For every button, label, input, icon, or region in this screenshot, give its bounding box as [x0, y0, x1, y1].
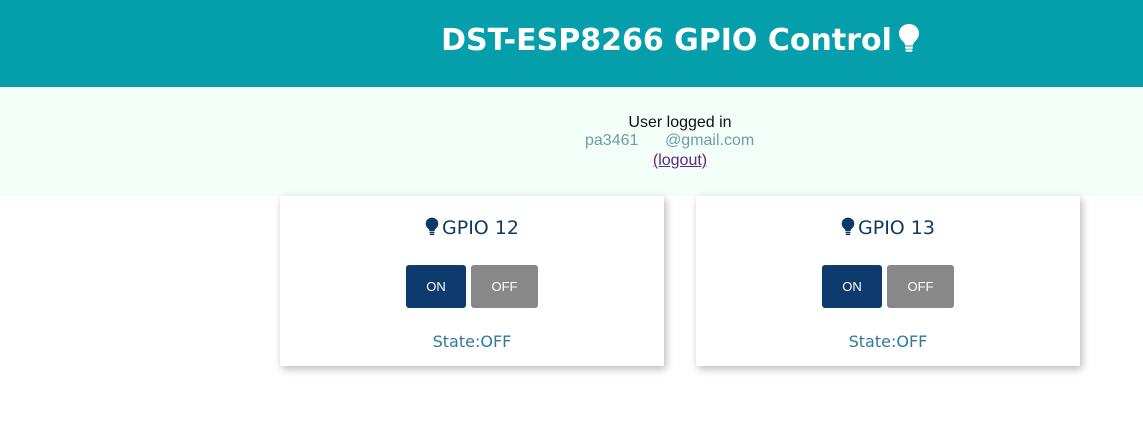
gpio-12-state: State:OFF	[432, 332, 512, 351]
gpio-card-12: GPIO 12 ON OFF State:OFF	[280, 196, 664, 366]
lightbulb-icon	[841, 217, 855, 242]
gpio-card-label: GPIO 12	[442, 217, 519, 239]
login-status-panel: User logged in pa3461 @gmail.com (logout…	[0, 87, 1143, 196]
gpio-card-label: GPIO 13	[858, 217, 935, 239]
header-bar: DST-ESP8266 GPIO Control	[0, 0, 1143, 87]
page-title-row: DST-ESP8266 GPIO Control	[0, 22, 1143, 63]
logout-link[interactable]: (logout)	[0, 152, 1143, 170]
gpio-13-state: State:OFF	[848, 332, 928, 351]
user-email: pa3461 @gmail.com	[585, 132, 755, 149]
gpio-card-title: GPIO 13	[696, 216, 1080, 242]
lightbulb-icon	[898, 23, 920, 63]
gpio-12-off-button[interactable]: OFF	[471, 265, 538, 308]
page-title: DST-ESP8266 GPIO Control	[441, 23, 892, 58]
gpio-12-on-button[interactable]: ON	[406, 265, 466, 308]
login-status-label: User logged in	[628, 114, 732, 131]
gpio-card-13: GPIO 13 ON OFF State:OFF	[696, 196, 1080, 366]
gpio-13-off-button[interactable]: OFF	[887, 265, 954, 308]
lightbulb-icon	[425, 217, 439, 242]
gpio-card-title: GPIO 12	[280, 216, 664, 242]
gpio-13-on-button[interactable]: ON	[822, 265, 882, 308]
